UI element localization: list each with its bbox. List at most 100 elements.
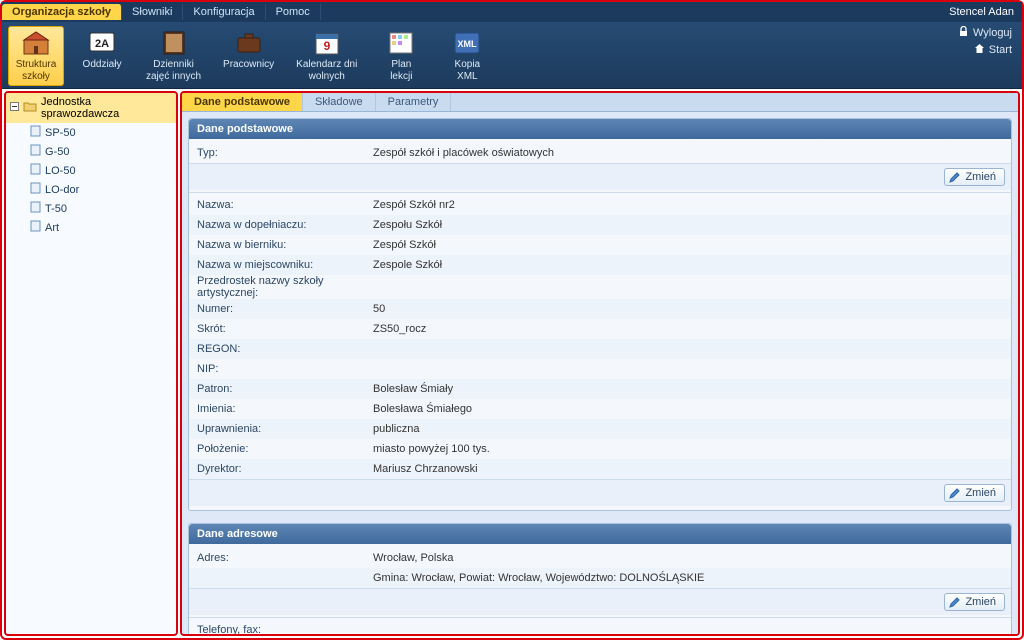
tree-item[interactable]: T-50 (6, 199, 176, 218)
field-label: Imienia: (197, 403, 373, 415)
field-value: 50 (373, 303, 1003, 315)
logout-link[interactable]: Wyloguj (958, 26, 1012, 40)
change-button[interactable]: Zmień (944, 593, 1005, 611)
field-label: Nazwa w bierniku: (197, 239, 373, 251)
folder-open-icon (23, 101, 37, 115)
form-row: Telefony, fax: (189, 620, 1011, 636)
ribbon-btn-plan-lekcji[interactable]: Planlekcji (373, 26, 429, 86)
panel-dane-adresowe: Dane adresowe Adres:Wrocław, PolskaGmina… (188, 523, 1012, 636)
field-value: publiczna (373, 423, 1003, 435)
xml-icon: XML (452, 29, 482, 57)
form-row: Dyrektor:Mariusz Chrzanowski (189, 459, 1011, 479)
pencil-icon (949, 171, 961, 183)
ribbon-btn-pracownicy[interactable]: Pracownicy (217, 26, 280, 74)
field-value: Mariusz Chrzanowski (373, 463, 1003, 475)
ribbon-btn-kalendarz[interactable]: 9 Kalendarz dniwolnych (290, 26, 363, 86)
panel-header: Dane adresowe (189, 524, 1011, 544)
ribbon-btn-struktura-szkoly[interactable]: Strukturaszkoły (8, 26, 64, 86)
form-row: REGON: (189, 339, 1011, 359)
pencil-icon (949, 596, 961, 608)
field-label: Nazwa w dopełniaczu: (197, 219, 373, 231)
field-label: Położenie: (197, 443, 373, 455)
tab-parametry[interactable]: Parametry (376, 93, 452, 111)
svg-text:9: 9 (323, 39, 330, 53)
field-label: Nazwa: (197, 199, 373, 211)
menu-item-konfiguracja[interactable]: Konfiguracja (183, 4, 265, 20)
svg-text:XML: XML (458, 39, 478, 49)
form-row: Przedrostek nazwy szkoły artystycznej: (189, 275, 1011, 299)
ribbon: Strukturaszkoły 2A Oddziały Dziennikizaj… (2, 22, 1022, 89)
field-label: Numer: (197, 303, 373, 315)
doc-icon (30, 201, 41, 216)
ribbon-btn-oddzialy[interactable]: 2A Oddziały (74, 26, 130, 74)
field-value: Zespołu Szkół (373, 219, 1003, 231)
field-value: miasto powyżej 100 tys. (373, 443, 1003, 455)
doc-icon (30, 125, 41, 140)
ribbon-label: Oddziały (83, 59, 122, 71)
menu-item-slowniki[interactable]: Słowniki (122, 4, 183, 20)
tree-item[interactable]: LO-50 (6, 161, 176, 180)
form-row: Adres:Wrocław, Polska (189, 548, 1011, 568)
ribbon-label: Pracownicy (223, 59, 274, 71)
field-value: Zespół szkół i placówek oświatowych (373, 147, 1003, 159)
field-value: Zespole Szkół (373, 259, 1003, 271)
change-button[interactable]: Zmień (944, 168, 1005, 186)
form-row: Nazwa w bierniku:Zespół Szkół (189, 235, 1011, 255)
form-row: Numer:50 (189, 299, 1011, 319)
doc-icon (30, 163, 41, 178)
form-row: Uprawnienia:publiczna (189, 419, 1011, 439)
tree-item[interactable]: Art (6, 218, 176, 237)
home-icon (974, 43, 985, 57)
user-label: Stencel Adan (941, 6, 1022, 18)
field-label: Przedrostek nazwy szkoły artystycznej: (197, 275, 373, 299)
doc-icon (30, 182, 41, 197)
tree-root-label: Jednostka sprawozdawcza (41, 96, 172, 120)
form-row: Nazwa w dopełniaczu:Zespołu Szkół (189, 215, 1011, 235)
field-label: Nazwa w miejscowniku: (197, 259, 373, 271)
field-label: Typ: (197, 147, 373, 159)
field-value: Bolesława Śmiałego (373, 403, 1003, 415)
field-label: Uprawnienia: (197, 423, 373, 435)
minus-box-icon (10, 102, 19, 114)
panel-header: Dane podstawowe (189, 119, 1011, 139)
field-value: Zespół Szkół nr2 (373, 199, 1003, 211)
field-label: REGON: (197, 343, 373, 355)
tree-item[interactable]: LO-dor (6, 180, 176, 199)
field-label: Skrót: (197, 323, 373, 335)
tabs: Dane podstawowe Składowe Parametry (182, 93, 1018, 112)
tree-item[interactable]: G-50 (6, 142, 176, 161)
form-row: Skrót:ZS50_rocz (189, 319, 1011, 339)
field-label: Dyrektor: (197, 463, 373, 475)
field-label: NIP: (197, 363, 373, 375)
lock-icon (958, 26, 969, 40)
form-row: Patron:Bolesław Śmiały (189, 379, 1011, 399)
briefcase-icon (234, 29, 264, 57)
calendar-9-icon: 9 (312, 29, 342, 57)
change-button[interactable]: Zmień (944, 484, 1005, 502)
journal-icon (159, 29, 189, 57)
tree-item[interactable]: SP-50 (6, 123, 176, 142)
ribbon-label: Strukturaszkoły (16, 59, 57, 83)
sidebar-tree: Jednostka sprawozdawcza SP-50 G-50 LO-50… (4, 91, 178, 636)
field-label: Patron: (197, 383, 373, 395)
menubar: Organizacja szkoły Słowniki Konfiguracja… (2, 2, 1022, 22)
form-row: Nazwa:Zespół Szkół nr2 (189, 195, 1011, 215)
tree-root[interactable]: Jednostka sprawozdawcza (6, 93, 176, 123)
menu-item-organizacja[interactable]: Organizacja szkoły (2, 4, 122, 20)
ribbon-btn-kopia-xml[interactable]: XML KopiaXML (439, 26, 495, 86)
field-value: Wrocław, Polska (373, 552, 1003, 564)
tab-dane-podstawowe[interactable]: Dane podstawowe (182, 93, 303, 111)
ribbon-label: Dziennikizajęć innych (146, 59, 201, 83)
ribbon-btn-dzienniki[interactable]: Dziennikizajęć innych (140, 26, 207, 86)
start-link[interactable]: Start (974, 43, 1012, 57)
form-row: Gmina: Wrocław, Powiat: Wrocław, Wojewód… (189, 568, 1011, 588)
timetable-icon (386, 29, 416, 57)
svg-text:2A: 2A (95, 38, 109, 50)
menu-item-pomoc[interactable]: Pomoc (266, 4, 321, 20)
field-value: ZS50_rocz (373, 323, 1003, 335)
school-building-icon (21, 29, 51, 57)
pencil-icon (949, 487, 961, 499)
main-area: Dane podstawowe Składowe Parametry Dane … (180, 91, 1020, 636)
tab-skladowe[interactable]: Składowe (303, 93, 376, 111)
field-label: Adres: (197, 552, 373, 564)
